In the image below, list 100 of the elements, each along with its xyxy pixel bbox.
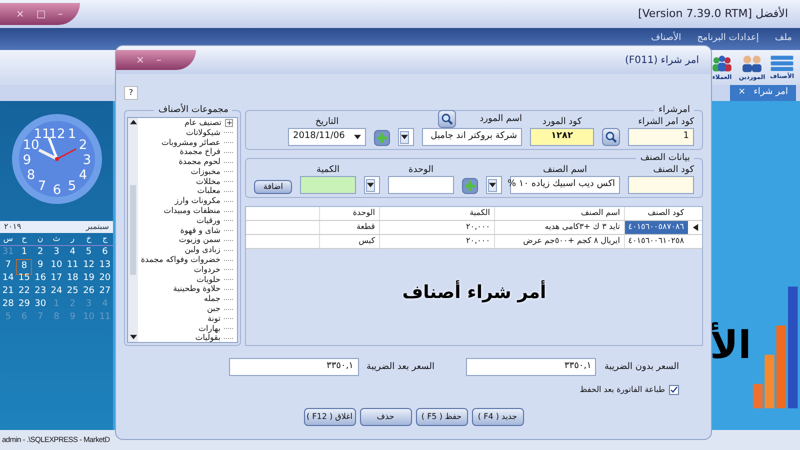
tree-item[interactable]: خضروات وفواكه مجمدة (140, 255, 220, 266)
calendar-day[interactable]: 6 (96, 246, 113, 260)
tree-item[interactable]: فراخ مجمدة (180, 147, 220, 158)
window-control[interactable]: × (16, 6, 24, 22)
tree-item[interactable]: سمن وزيوت (178, 235, 220, 246)
calendar-day[interactable]: 21 (0, 285, 16, 298)
tree-item[interactable]: جبن (206, 304, 220, 314)
calendar-day[interactable]: 15 (16, 272, 32, 286)
scrollbar[interactable] (128, 118, 138, 342)
dialog-button[interactable]: جديد ( F4 ) (472, 408, 524, 426)
month-label[interactable]: سبتمبر (86, 221, 109, 233)
dropdown-arrow-icon[interactable] (489, 182, 496, 188)
menu-item[interactable]: الأصناف (651, 32, 682, 46)
dropdown-field[interactable] (364, 176, 380, 194)
item-name-field[interactable]: اكس ديب اسبيك زياده ١٠ % (510, 176, 620, 194)
dropdown-arrow-icon[interactable] (354, 134, 361, 140)
window-control[interactable]: × (136, 52, 144, 68)
calendar-day[interactable]: 28 (0, 298, 16, 312)
calendar-day[interactable]: 16 (32, 272, 48, 286)
calendar-day[interactable]: 13 (96, 259, 113, 274)
tree-item[interactable]: معلبات (197, 186, 220, 196)
calendar-day[interactable]: 10 (48, 259, 65, 274)
tree-item[interactable]: مكرونات وارز (174, 196, 220, 206)
item-code-field[interactable] (628, 176, 694, 194)
calendar-day[interactable]: 22 (16, 285, 32, 298)
document-tab[interactable]: × امر شراء (730, 85, 796, 101)
tree-item[interactable]: شيكولاتات (186, 128, 220, 138)
calendar-day[interactable]: 5 (80, 246, 97, 260)
row-pointer-icon[interactable] (692, 224, 698, 231)
tree-item[interactable]: خردوات (194, 264, 220, 275)
tree-item[interactable]: حلويات (196, 274, 220, 285)
calendar-day[interactable]: 23 (32, 285, 48, 298)
help-button[interactable]: ? (124, 86, 138, 100)
table-row[interactable]: ٤٠١٥٦٠٠٥٨٧٠٨٦ تايد ٣ ك +٣كامى هديه ٢٠,٠٠٠ قطعة (246, 221, 702, 235)
tree-item[interactable]: جمله (204, 294, 220, 304)
tree-item[interactable]: شاى و قهوة (180, 226, 220, 236)
date-field[interactable]: 2018/11/06 (288, 128, 366, 146)
supplier-name-field[interactable]: شركة بروكتر اند جامبل (422, 128, 522, 146)
window-control[interactable]: – (58, 6, 63, 22)
search-icon[interactable] (438, 110, 456, 128)
tree-item[interactable]: بقوليات (195, 333, 220, 342)
column-header[interactable]: اسم الصنف (494, 207, 624, 220)
column-header[interactable]: الكمية (379, 207, 494, 220)
calendar-day[interactable]: 1 (16, 246, 32, 260)
tree-item[interactable]: عصائر ومشروبات (161, 138, 220, 148)
calendar-day[interactable]: 25 (64, 285, 81, 298)
calendar-day[interactable]: 8 (16, 259, 32, 274)
calendar-day[interactable]: 7 (0, 259, 16, 274)
plus-icon[interactable] (374, 130, 390, 146)
tree-item[interactable]: مخبوزات (190, 166, 220, 177)
checkbox[interactable] (669, 385, 679, 395)
calendar-day[interactable]: 27 (96, 285, 113, 298)
quantity-field[interactable] (300, 176, 356, 194)
dropdown-arrow-icon[interactable] (367, 182, 374, 188)
dropdown-field[interactable] (486, 176, 502, 194)
plus-icon[interactable] (462, 178, 478, 194)
tree-item[interactable]: حلاوة وطحينية (173, 284, 220, 294)
column-header[interactable]: الوحدة (319, 207, 379, 220)
calendar-day[interactable]: 19 (80, 272, 97, 286)
tree-item[interactable]: بهارات (198, 324, 220, 334)
calendar-day[interactable]: 2 (32, 246, 48, 260)
supplier-code-field[interactable]: ١٢٨٢ (530, 128, 594, 146)
menu-item[interactable]: ملف (774, 32, 792, 46)
unit-field[interactable] (388, 176, 454, 194)
scroll-up-icon[interactable] (130, 119, 136, 126)
calendar-day[interactable]: 14 (0, 272, 16, 286)
calendar-day[interactable]: 12 (80, 259, 97, 274)
search-icon[interactable] (602, 128, 620, 146)
dialog-button[interactable]: اغلاق ( F12 ) (304, 408, 356, 426)
dialog-button[interactable]: حفظ ( F5 ) (416, 408, 468, 426)
scroll-down-icon[interactable] (130, 334, 136, 341)
tree-item[interactable]: زبادى ولبن (184, 245, 220, 256)
calendar-day[interactable]: 24 (48, 285, 65, 298)
calendar-day[interactable]: 11 (64, 259, 81, 274)
price-before-tax-field[interactable]: ٣٣٥٠,١ (466, 358, 596, 376)
dropdown-arrow-icon[interactable] (401, 134, 408, 140)
tree-item[interactable]: تونة (208, 314, 220, 324)
calendar-day[interactable]: 18 (64, 272, 81, 286)
calendar-day[interactable]: 29 (16, 298, 32, 312)
year-label[interactable]: ٢٠١٩ (4, 221, 22, 233)
price-after-tax-field[interactable]: ٣٣٥٠,١ (228, 358, 359, 376)
calendar-day[interactable]: 9 (32, 259, 48, 274)
dropdown-field[interactable] (398, 128, 414, 146)
calendar-day[interactable]: 4 (64, 246, 81, 260)
close-icon[interactable]: × (738, 86, 746, 100)
table-row[interactable]: ٤٠١٥٦٠٠٦١٠٢٥٨ ايريال ٨ كجم +٥٠٠جم عرض ٢٠,٠٠٠ كيس (246, 235, 702, 249)
dialog-button[interactable]: حذف (360, 408, 412, 426)
calendar-day[interactable]: 26 (80, 285, 97, 298)
tree-item[interactable]: ورقيات (196, 216, 220, 226)
column-header[interactable]: كود الصنف (624, 207, 688, 220)
order-code-field[interactable]: 1 (628, 128, 694, 146)
calendar-day[interactable]: 17 (48, 272, 65, 286)
calendar-day[interactable]: 30 (32, 298, 48, 312)
window-control[interactable]: – (156, 52, 162, 68)
calendar-day[interactable]: 20 (96, 272, 113, 286)
add-button[interactable]: اضافة (254, 180, 292, 194)
menu-item[interactable]: إعدادات البرنامج (697, 32, 759, 46)
tree-item[interactable]: مخللات (196, 176, 220, 187)
calendar-day[interactable]: 3 (48, 246, 65, 260)
tree-item[interactable]: منظفات ومبيدات (164, 206, 220, 216)
